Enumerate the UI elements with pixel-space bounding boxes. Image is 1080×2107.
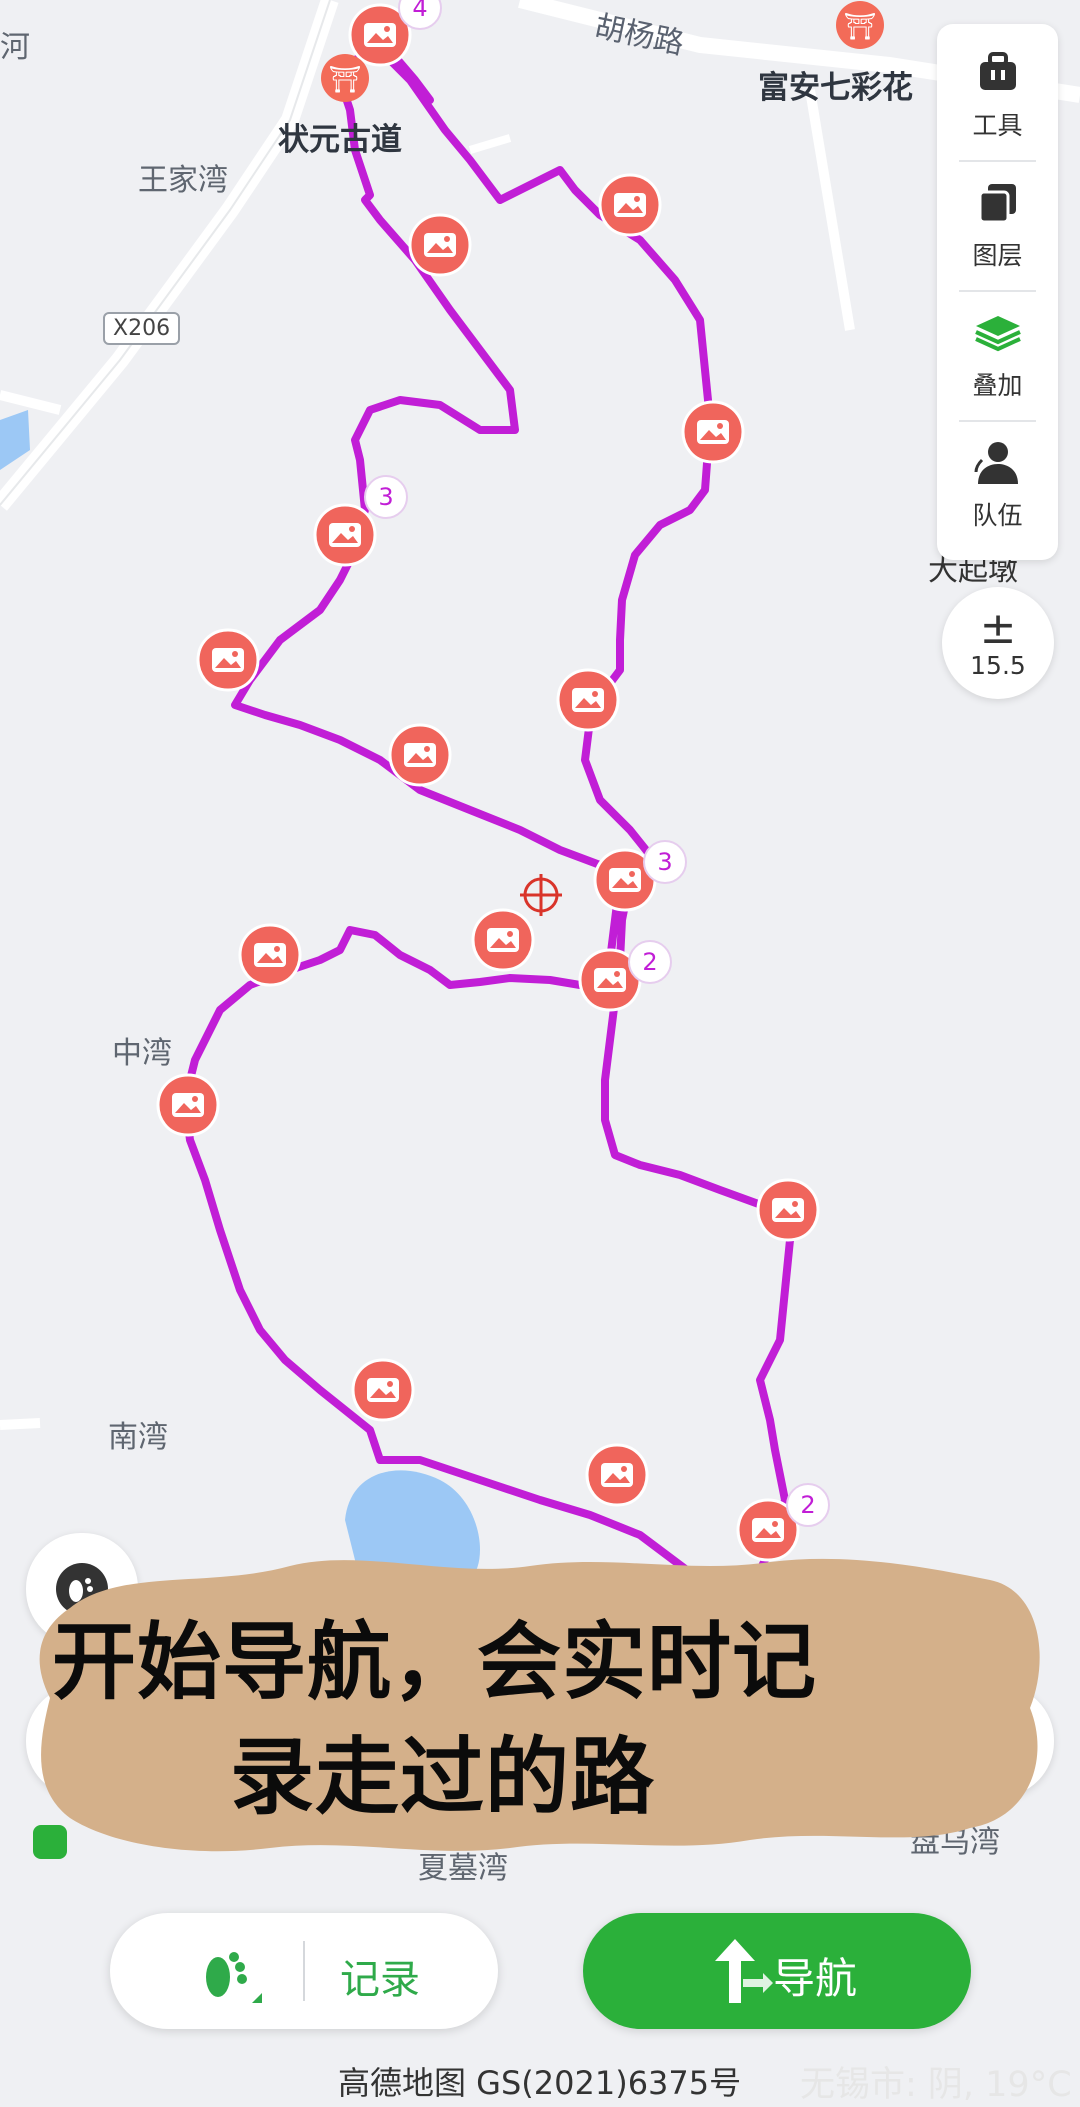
app-logo-icon xyxy=(33,1825,67,1859)
place-label: 河 xyxy=(0,30,30,65)
navigate-label: 导航 xyxy=(773,1954,858,2003)
tool-button-team[interactable]: 队伍 xyxy=(937,420,1058,548)
team-icon xyxy=(974,442,1018,484)
tool-label: 工具 xyxy=(972,111,1023,140)
tool-button-tools[interactable]: 工具 xyxy=(937,30,1058,158)
route-number: 3 xyxy=(378,483,393,511)
record-button[interactable]: 记录 xyxy=(110,1913,498,2029)
road-shield: X206 xyxy=(103,312,181,345)
navigate-button[interactable]: 导航 xyxy=(583,1913,971,2029)
place-label: 南湾 xyxy=(108,1420,168,1455)
overlay-stack-icon xyxy=(974,316,1021,352)
record-label: 记录 xyxy=(340,1957,420,2003)
crosshair-icon xyxy=(520,874,562,916)
tool-button-overlay[interactable]: 叠加 xyxy=(937,290,1058,418)
caption-line-1: 开始导航，会实时记 xyxy=(52,1613,818,1711)
caption-line-2: 录走过的路 xyxy=(230,1728,656,1826)
tool-label: 叠加 xyxy=(972,371,1023,400)
zoom-plus-minus-icon[interactable]: ± xyxy=(980,606,1017,651)
place-label: 中湾 xyxy=(112,1036,172,1071)
divider xyxy=(303,1941,305,2001)
place-label: 王家湾 xyxy=(138,163,228,198)
map-toolbox: 工具 图层 叠加 队伍 xyxy=(937,24,1058,560)
tool-button-layers[interactable]: 图层 xyxy=(937,160,1058,288)
zoom-control[interactable]: ± 15.5 xyxy=(942,587,1054,699)
layers-icon xyxy=(978,184,1016,224)
navigation-arrow-icon xyxy=(715,1939,773,2003)
route-number: 4 xyxy=(412,0,427,22)
route-number: 3 xyxy=(657,848,672,876)
toolbox-icon xyxy=(979,52,1016,90)
poi-label[interactable]: 状元古道 xyxy=(278,114,402,159)
poi-label[interactable]: 富安七彩花 xyxy=(758,62,913,107)
tool-label: 图层 xyxy=(972,241,1023,270)
zoom-level: 15.5 xyxy=(970,650,1026,680)
route-number: 2 xyxy=(800,1491,815,1519)
footprint-icon xyxy=(206,1952,262,2003)
tool-label: 队伍 xyxy=(972,501,1023,530)
svg-text:⛩: ⛩ xyxy=(843,12,876,42)
weather-text: 无锡市: 阴, 19°C xyxy=(800,2065,1072,2105)
map-attribution: 高德地图 GS(2021)6375号 xyxy=(338,2064,742,2102)
svg-text:⛩: ⛩ xyxy=(328,65,361,95)
route-number: 2 xyxy=(642,948,657,976)
